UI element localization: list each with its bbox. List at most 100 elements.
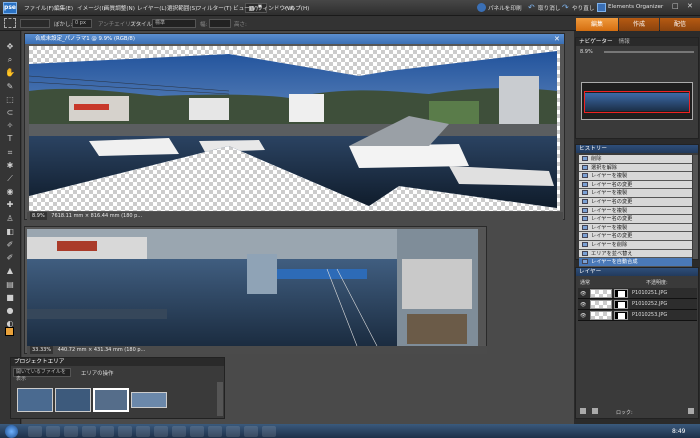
smart-brush-icon[interactable]: ✐: [5, 253, 15, 263]
marquee-icon[interactable]: ⬚: [5, 95, 15, 105]
document-window-1[interactable]: 合成未設定_パノラマ1 @ 9.9% (RGB/8) ✕ 8.9% 7618.1…: [24, 33, 565, 220]
shape-icon[interactable]: ■: [5, 293, 15, 303]
panorama-canvas[interactable]: [29, 46, 560, 211]
organizer-icon[interactable]: [597, 3, 606, 12]
history-item[interactable]: レイヤーを複製: [579, 189, 692, 198]
opacity-label[interactable]: 不透明度:: [646, 279, 668, 286]
new-layer-icon[interactable]: [580, 408, 586, 414]
print-panel-link[interactable]: パネルを印刷: [488, 4, 522, 12]
healing-icon[interactable]: ✚: [5, 200, 15, 210]
menu-item-5[interactable]: 選択範囲(S): [167, 4, 197, 12]
app-icon-14[interactable]: [262, 426, 276, 437]
layer-row[interactable]: 👁 P1010251.JPG: [578, 288, 697, 299]
explorer-icon[interactable]: [82, 426, 96, 437]
app-icon-13[interactable]: [244, 426, 258, 437]
history-item[interactable]: レイヤー名の変更: [579, 197, 692, 207]
clone-stamp-icon[interactable]: ♙: [5, 214, 15, 224]
start-button[interactable]: [5, 425, 18, 438]
zoom-slider[interactable]: [604, 51, 694, 53]
bin-thumbnail-3[interactable]: [93, 388, 129, 412]
history-item[interactable]: レイヤーを自動合成: [579, 258, 692, 267]
blend-mode-dropdown[interactable]: 通常: [580, 279, 590, 286]
history-item[interactable]: レイヤーを削除: [579, 240, 692, 250]
menu-item-7[interactable]: ビュー(V): [233, 4, 258, 12]
navigator-tab[interactable]: ナビゲーター: [579, 39, 613, 45]
history-item[interactable]: レイヤー名の変更: [579, 215, 692, 224]
history-item[interactable]: 削除: [579, 155, 692, 164]
redo-icon[interactable]: ↷: [562, 3, 571, 12]
menu-item-1[interactable]: 編集(E): [54, 4, 73, 12]
app-icon-12[interactable]: [226, 426, 240, 437]
feather-input[interactable]: 0 px: [72, 19, 92, 28]
bin-thumbnail-4[interactable]: [131, 392, 167, 408]
style-dropdown[interactable]: 標準: [152, 19, 196, 28]
tab-edit[interactable]: 編集: [576, 18, 618, 31]
app-icon-10[interactable]: [190, 426, 204, 437]
undo-icon[interactable]: ↶: [528, 3, 537, 12]
lasso-icon[interactable]: ⊂: [5, 108, 15, 118]
gradient-icon[interactable]: ▤: [5, 280, 15, 290]
width-input[interactable]: [209, 19, 231, 28]
quick-select-icon[interactable]: ✧: [5, 121, 15, 131]
eye-icon[interactable]: 👁: [580, 313, 586, 319]
hand-icon[interactable]: ✋: [5, 68, 15, 78]
media-icon[interactable]: [64, 426, 78, 437]
redo-label[interactable]: やり直し: [572, 4, 594, 12]
layer-row[interactable]: 👁 P1010252.JPG: [578, 299, 697, 310]
history-item[interactable]: 選択を解除: [579, 163, 692, 173]
app-icon-11[interactable]: [208, 426, 222, 437]
bin-scrollbar[interactable]: [217, 382, 223, 416]
maximize-icon[interactable]: □: [672, 2, 679, 10]
crop-icon[interactable]: ⌗: [5, 148, 15, 158]
paint-bucket-icon[interactable]: ▲: [5, 266, 15, 276]
navigator-preview[interactable]: [581, 82, 693, 120]
folder-icon[interactable]: [46, 426, 60, 437]
project-bin-filter-dropdown[interactable]: 開いているファイルを表示: [13, 368, 71, 382]
zoom-readout[interactable]: 33.33%: [30, 346, 54, 354]
eyedropper-icon[interactable]: ✎: [5, 82, 15, 92]
history-item[interactable]: エリアを並べ替え: [579, 249, 692, 259]
menu-item-9[interactable]: ヘルプ(H): [284, 4, 309, 12]
bin-actions-menu[interactable]: エリアの操作: [81, 369, 113, 377]
document-window-2[interactable]: 33.33% 440.72 mm × 431.34 mm (180 p...: [24, 226, 487, 354]
organizer-button[interactable]: Elements Organizer: [608, 4, 663, 10]
history-item[interactable]: レイヤーを複製: [579, 206, 692, 216]
eye-icon[interactable]: 👁: [580, 291, 586, 297]
app-icon-9[interactable]: [172, 426, 186, 437]
straighten-icon[interactable]: ⟋: [5, 174, 15, 184]
text-icon[interactable]: T: [5, 134, 15, 144]
menu-item-0[interactable]: ファイル(F): [24, 4, 54, 12]
menu-item-4[interactable]: レイヤー(L): [137, 4, 167, 12]
blur-icon[interactable]: ●: [5, 306, 15, 316]
app-icon-6[interactable]: [118, 426, 132, 437]
navigator-zoom[interactable]: 8.9%: [580, 49, 593, 55]
vertical-scrollbar[interactable]: [480, 229, 486, 345]
tab-create[interactable]: 作成: [619, 18, 659, 31]
document-title-bar[interactable]: 合成未設定_パノラマ1 @ 9.9% (RGB/8): [25, 34, 564, 44]
app-icon-8[interactable]: [154, 426, 168, 437]
info-tab[interactable]: 情報: [619, 39, 630, 45]
selection-mode-buttons[interactable]: [20, 19, 50, 28]
history-scrollbar[interactable]: [693, 155, 698, 259]
history-item[interactable]: レイヤーを複製: [579, 172, 692, 181]
cookie-cutter-icon[interactable]: ✱: [5, 161, 15, 171]
close-icon[interactable]: ✕: [687, 2, 693, 10]
undo-label[interactable]: 取り消し: [538, 4, 560, 12]
trash-icon[interactable]: [688, 408, 694, 414]
layer-row[interactable]: 👁 P1010253.JPG: [578, 310, 697, 321]
navigator-view-box[interactable]: [584, 91, 690, 113]
bin-thumbnail-2[interactable]: [55, 388, 91, 412]
eye-icon[interactable]: 👁: [580, 302, 586, 308]
zoom-readout[interactable]: 8.9%: [30, 212, 47, 220]
red-eye-icon[interactable]: ◉: [5, 187, 15, 197]
minimize-icon[interactable]: –: [658, 3, 661, 10]
menu-item-6[interactable]: フィルター(T): [196, 4, 232, 12]
menu-item-3[interactable]: 画質調整(N): [104, 4, 135, 12]
bin-thumbnail-1[interactable]: [17, 388, 53, 412]
eraser-icon[interactable]: ◧: [5, 227, 15, 237]
move-icon[interactable]: ✥: [5, 42, 15, 52]
foreground-color-swatch[interactable]: [5, 327, 14, 336]
app-icon-7[interactable]: [136, 426, 150, 437]
tab-share[interactable]: 配信: [660, 18, 700, 31]
app-icon-5[interactable]: [100, 426, 114, 437]
